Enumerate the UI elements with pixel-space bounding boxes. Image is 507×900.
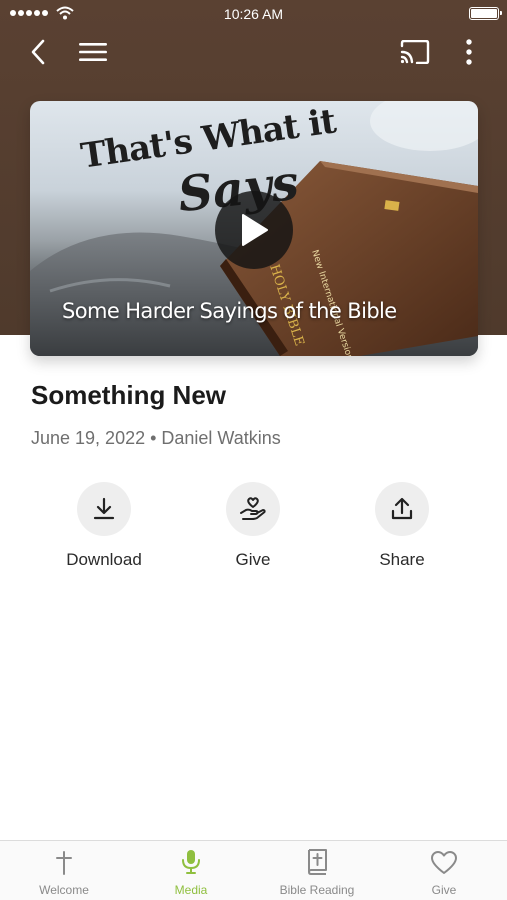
more-options-button[interactable] [449,32,489,72]
sermon-thumbnail[interactable]: HOLY BIBLE New International Version Tha… [30,101,478,356]
give-circle [226,482,280,536]
more-vertical-icon [466,39,472,65]
tab-bar: Welcome Media Bible Reading Give [0,840,507,900]
tab-bible-reading-label: Bible Reading [279,883,355,897]
bible-icon [308,849,327,875]
cast-icon [400,40,430,64]
sermon-title: Something New [31,380,227,410]
share-icon [391,497,413,520]
microphone-icon [182,850,200,874]
download-circle [77,482,131,536]
download-label: Download [66,550,142,569]
play-button[interactable] [215,191,293,269]
tab-give[interactable]: Give [381,841,507,900]
tab-welcome-label: Welcome [39,883,89,897]
share-button[interactable]: Share [342,482,462,570]
hand-heart-icon [240,497,266,520]
share-label: Share [379,550,425,569]
share-circle [375,482,429,536]
give-label: Give [235,550,271,569]
tab-media[interactable]: Media [128,841,254,900]
sermon-meta: June 19, 2022 • Daniel Watkins [31,428,281,448]
tab-bible-reading[interactable]: Bible Reading [254,841,380,900]
status-time: 10:26 AM [223,6,284,22]
tab-media-label: Media [174,883,208,897]
back-button[interactable] [18,32,58,72]
artwork-subtitle: Some Harder Sayings of the Bible [62,299,397,323]
download-icon [93,497,115,520]
status-bar: 10:26 AM [0,0,507,28]
chevron-left-icon [31,39,45,65]
tab-welcome[interactable]: Welcome [1,841,127,900]
cross-icon [56,851,72,875]
hamburger-icon [79,43,107,61]
battery-icon [469,7,502,20]
download-button[interactable]: Download [44,482,164,570]
heart-icon [431,851,457,874]
tab-give-label: Give [431,883,457,897]
play-icon [242,214,268,246]
give-button[interactable]: Give [193,482,313,570]
cast-button[interactable] [395,32,435,72]
menu-button[interactable] [73,32,113,72]
